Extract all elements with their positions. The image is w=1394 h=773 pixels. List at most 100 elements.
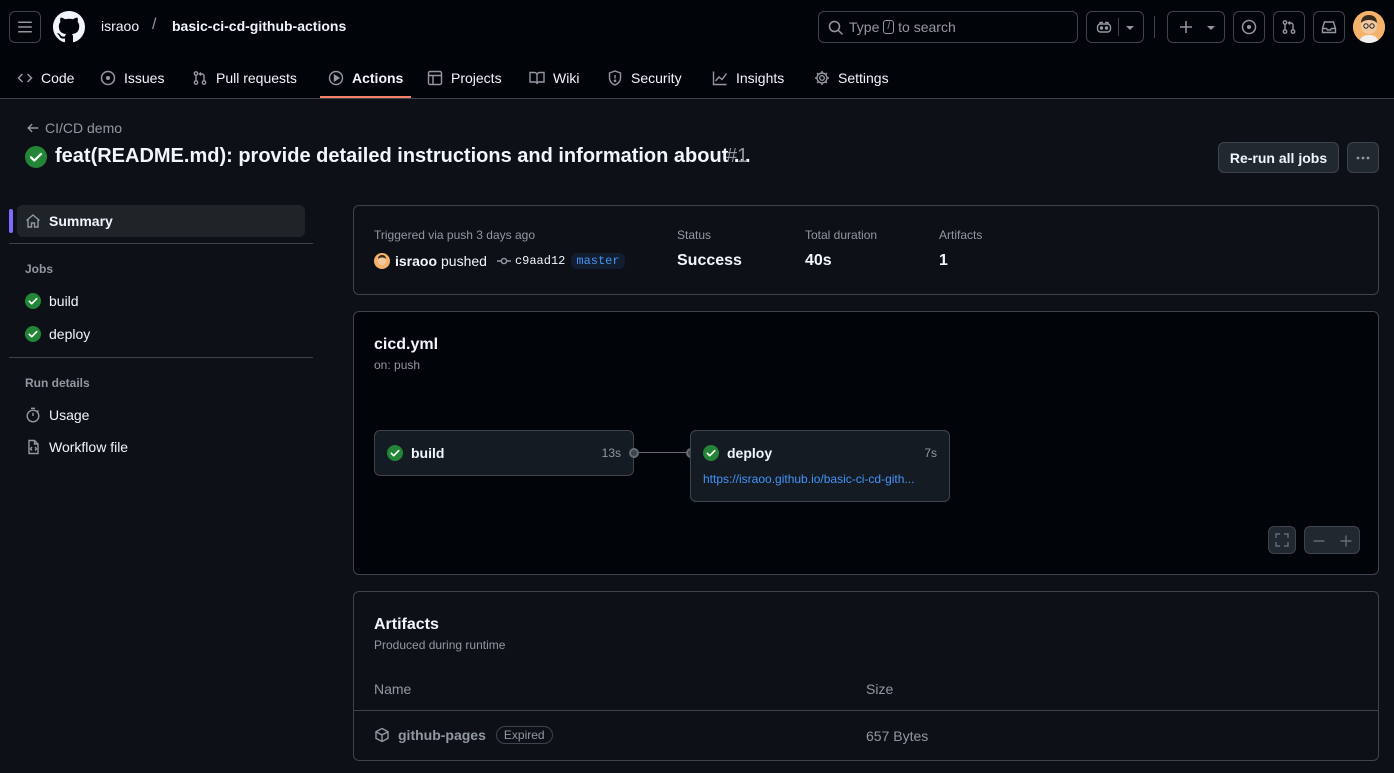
expired-badge: Expired [495, 726, 553, 744]
status-label: Status [677, 228, 712, 242]
chevron-down-icon [1207, 26, 1215, 30]
job-duration: 13s [601, 446, 621, 460]
sidebar-item-usage[interactable]: Usage [25, 407, 89, 423]
graph-icon [712, 71, 728, 86]
tab-actions[interactable]: Actions [328, 58, 403, 98]
branch-label[interactable]: master [571, 253, 625, 269]
workflow-graph-panel: cicd.yml on: push build 13s deploy 7s ht… [353, 311, 1379, 575]
sidebar-item-build[interactable]: build [25, 293, 79, 309]
job-dependency-line [639, 452, 691, 453]
pull-requests-button[interactable] [1273, 11, 1305, 43]
repo-name-link[interactable]: basic-ci-cd-github-actions [172, 18, 346, 34]
commit-sha[interactable]: c9aad12 [515, 254, 565, 268]
workflow-file-name: cicd.yml [374, 336, 439, 353]
fullscreen-button[interactable] [1268, 526, 1296, 554]
actor-name[interactable]: israoo [395, 253, 437, 269]
tab-issues[interactable]: Issues [100, 58, 164, 98]
artifacts-panel: Artifacts Produced during runtime Name S… [353, 591, 1379, 761]
tab-projects[interactable]: Projects [427, 58, 502, 98]
tab-wiki[interactable]: Wiki [529, 58, 579, 98]
tab-label: Insights [736, 70, 785, 86]
page-title: feat(README.md): provide detailed instru… [55, 145, 751, 167]
inbox-icon [1321, 21, 1337, 34]
repo-owner-link[interactable]: israoo [101, 18, 139, 34]
actor-avatar[interactable] [374, 253, 390, 269]
hamburger-icon [18, 21, 32, 33]
job-node-deploy[interactable]: deploy 7s https://israoo.github.io/basic… [690, 430, 950, 502]
search-icon [828, 20, 844, 36]
global-header: israoo / basic-ci-cd-github-actions Type… [0, 0, 1394, 99]
duration-value: 40s [805, 252, 832, 269]
tab-label: Issues [124, 70, 165, 86]
sidebar-jobs-heading: Jobs [25, 262, 54, 276]
tab-code[interactable]: Code [17, 58, 74, 98]
shield-icon [608, 70, 622, 86]
artifacts-count-value[interactable]: 1 [939, 252, 948, 270]
sidebar-item-summary[interactable]: Summary [25, 213, 113, 229]
deployment-url-link[interactable]: https://israoo.github.io/basic-ci-cd-git… [703, 472, 914, 486]
sidebar-item-label: Workflow file [49, 439, 129, 455]
inbox-button[interactable] [1313, 11, 1345, 43]
zoom-out-icon[interactable] [1311, 533, 1327, 549]
file-code-icon [28, 439, 39, 455]
gear-icon [815, 71, 829, 85]
header-divider [1154, 16, 1155, 38]
sidebar-divider [9, 357, 313, 358]
issues-button[interactable] [1233, 11, 1265, 43]
run-number: #1 [726, 145, 749, 167]
tab-security[interactable]: Security [607, 58, 682, 98]
sidebar-item-deploy[interactable]: deploy [25, 326, 90, 342]
tab-insights[interactable]: Insights [712, 58, 784, 98]
home-icon [26, 214, 40, 228]
kebab-horizontal-icon [1356, 156, 1370, 159]
table-icon [427, 70, 443, 86]
job-node-build[interactable]: build 13s [374, 430, 634, 476]
tab-settings[interactable]: Settings [814, 58, 889, 98]
chevron-down-icon[interactable] [1125, 24, 1135, 32]
check-circle-fill-icon [25, 146, 47, 168]
sidebar-item-label: Usage [49, 407, 90, 423]
workflow-name: CI/CD demo [45, 120, 123, 136]
job-name: build [411, 445, 445, 461]
sidebar-item-label: Summary [49, 213, 113, 229]
zoom-in-icon[interactable] [1338, 533, 1354, 549]
repo-separator: / [152, 16, 157, 33]
artifact-name: github-pages [398, 727, 486, 743]
copilot-icon [1096, 21, 1112, 33]
sidebar-item-label: deploy [49, 326, 91, 342]
search-input[interactable]: Type / to search [818, 11, 1078, 43]
issue-icon [100, 70, 116, 86]
triggered-label: Triggered via push 3 days ago [374, 228, 535, 242]
search-prefix: Type [849, 19, 880, 35]
trigger-details: israoo pushed c9aad12 master [374, 253, 625, 269]
back-to-workflow-link[interactable]: CI/CD demo [26, 120, 122, 136]
check-circle-fill-icon [25, 293, 41, 309]
github-logo-icon[interactable] [53, 11, 85, 43]
tab-label: Security [631, 70, 682, 86]
check-circle-fill-icon [25, 326, 41, 342]
table-divider [354, 710, 1378, 711]
menu-button[interactable] [9, 11, 41, 43]
sidebar-item-workflow-file[interactable]: Workflow file [25, 439, 128, 455]
run-summary-panel: Triggered via push 3 days ago israoo pus… [353, 205, 1379, 295]
pull-request-icon [1282, 20, 1296, 34]
artifacts-subtitle: Produced during runtime [374, 638, 506, 652]
tab-label: Settings [838, 70, 889, 86]
job-connector-out [629, 448, 639, 458]
user-avatar[interactable] [1353, 11, 1385, 43]
artifact-size: 657 Bytes [866, 728, 929, 744]
copilot-button[interactable] [1086, 11, 1144, 43]
tab-label: Actions [352, 70, 404, 86]
workflow-trigger: on: push [374, 358, 421, 372]
more-options-button[interactable] [1347, 142, 1379, 173]
duration-label: Total duration [805, 228, 878, 242]
actor-action: pushed [441, 253, 487, 269]
create-new-button[interactable] [1167, 11, 1225, 43]
tab-pull-requests[interactable]: Pull requests [192, 58, 297, 98]
arrow-left-icon [27, 123, 39, 133]
column-header-size: Size [866, 681, 894, 697]
code-icon [17, 73, 33, 83]
tab-label: Projects [451, 70, 502, 86]
rerun-all-jobs-button[interactable]: Re-run all jobs [1218, 142, 1339, 173]
job-duration: 7s [924, 446, 937, 460]
